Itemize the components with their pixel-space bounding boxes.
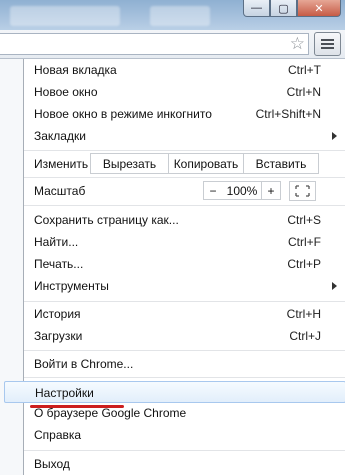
menu-item-shortcut: Ctrl+N (286, 85, 321, 99)
menu-item-print[interactable]: Печать... Ctrl+P (24, 253, 344, 275)
menu-item-label: Масштаб (34, 184, 86, 198)
cut-button[interactable]: Вырезать (90, 153, 169, 174)
menu-item-help[interactable]: Справка (24, 424, 344, 446)
menu-item-about[interactable]: О браузере Google Chrome (24, 402, 344, 424)
menu-separator (24, 177, 345, 178)
menu-item-signin[interactable]: Войти в Chrome... (24, 353, 344, 375)
menu-separator (24, 205, 345, 206)
menu-item-label: Загрузки (34, 329, 83, 343)
menu-separator (24, 150, 345, 151)
menu-item-label: Справка (34, 428, 82, 442)
menu-item-label: Выход (34, 457, 70, 471)
menu-separator (24, 450, 345, 451)
menu-item-shortcut: Ctrl+H (286, 307, 321, 321)
menu-row-zoom: Масштаб − 100% + (24, 180, 344, 202)
star-icon[interactable]: ☆ (290, 35, 305, 53)
menu-item-new-tab[interactable]: Новая вкладка Ctrl+T (24, 59, 344, 81)
menu-item-shortcut: Ctrl+P (287, 257, 321, 271)
menu-item-shortcut: Ctrl+Shift+N (255, 107, 321, 121)
zoom-level: 100% (222, 181, 262, 200)
menu-separator (24, 350, 345, 351)
menu-item-new-window[interactable]: Новое окно Ctrl+N (24, 81, 344, 103)
menu-item-settings[interactable]: Настройки (4, 381, 345, 403)
menu-item-label: Новое окно в режиме инкогнито (34, 107, 212, 121)
menu-item-label: Новое окно (34, 85, 98, 99)
menu-item-downloads[interactable]: Загрузки Ctrl+J (24, 325, 344, 347)
submenu-arrow-icon (332, 282, 337, 290)
zoom-in-button[interactable]: + (261, 181, 281, 200)
menu-item-label: Печать... (34, 257, 84, 271)
window-titlebar: — ▢ ✕ (0, 0, 345, 30)
blurred-tab (150, 6, 210, 26)
wrench-menu-icon[interactable] (314, 32, 341, 56)
menu-item-label: О браузере Google Chrome (34, 406, 187, 420)
menu-item-shortcut: Ctrl+T (288, 63, 321, 77)
menu-item-shortcut: Ctrl+J (289, 329, 321, 343)
menu-row-edit: Изменить Вырезать Копировать Вставить (24, 153, 344, 175)
menu-item-exit[interactable]: Выход (24, 453, 344, 475)
menu-item-find[interactable]: Найти... Ctrl+F (24, 231, 344, 253)
menu-item-label: Изменить (34, 157, 89, 171)
zoom-out-button[interactable]: − (203, 181, 223, 200)
menu-item-shortcut: Ctrl+S (287, 213, 321, 227)
menu-item-label: Закладки (34, 129, 86, 143)
menu-item-label: История (34, 307, 81, 321)
fullscreen-icon[interactable] (289, 181, 316, 201)
menu-item-label: Инструменты (34, 279, 109, 293)
menu-item-incognito[interactable]: Новое окно в режиме инкогнито Ctrl+Shift… (24, 103, 344, 125)
page-background (0, 59, 23, 475)
paste-button[interactable]: Вставить (243, 153, 319, 174)
browser-toolbar: ☆ (0, 30, 345, 59)
menu-item-shortcut: Ctrl+F (288, 235, 321, 249)
menu-separator (24, 301, 345, 302)
menu-item-label: Новая вкладка (34, 63, 117, 77)
menu-item-bookmarks[interactable]: Закладки (24, 125, 344, 147)
omnibox[interactable]: ☆ (0, 33, 309, 55)
menu-item-label: Сохранить страницу как... (34, 213, 179, 227)
blurred-tab (10, 6, 120, 26)
menu-item-save-page[interactable]: Сохранить страницу как... Ctrl+S (24, 209, 344, 231)
chrome-main-menu: Новая вкладка Ctrl+T Новое окно Ctrl+N Н… (4, 59, 345, 475)
menu-item-label: Войти в Chrome... (34, 357, 134, 371)
menu-item-tools[interactable]: Инструменты (24, 275, 344, 297)
menu-item-history[interactable]: История Ctrl+H (24, 303, 344, 325)
copy-button[interactable]: Копировать (168, 153, 244, 174)
window-controls: — ▢ ✕ (243, 0, 341, 17)
menu-separator (24, 377, 345, 378)
minimize-button[interactable]: — (243, 0, 270, 17)
menu-item-label: Настройки (35, 386, 94, 400)
maximize-button[interactable]: ▢ (270, 0, 297, 17)
close-window-button[interactable]: ✕ (297, 0, 341, 17)
menu-item-label: Найти... (34, 235, 79, 249)
submenu-arrow-icon (332, 132, 337, 140)
